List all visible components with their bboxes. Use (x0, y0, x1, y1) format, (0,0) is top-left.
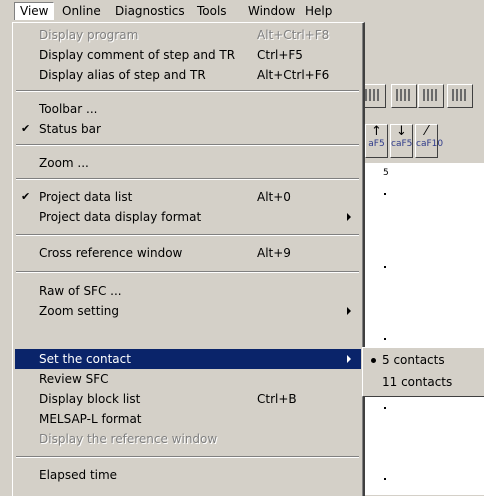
grid-dot (384, 338, 386, 340)
radio-bullet-icon (371, 358, 376, 363)
fkey-af5[interactable]: ↑ aF5 (365, 124, 388, 158)
menu-item-cross-reference[interactable]: Cross reference window Alt+9 (15, 243, 361, 263)
menu-item-display-reference-window: Display the reference window (15, 429, 361, 449)
menu-item-label: Display comment of step and TR (39, 48, 236, 62)
menu-online[interactable]: Online (57, 3, 106, 20)
menu-separator (16, 234, 359, 236)
menu-separator (16, 178, 359, 180)
submenu-item-label: 5 contacts (382, 353, 445, 367)
ladder-canvas[interactable] (362, 163, 484, 495)
edit-icon (452, 89, 467, 101)
menu-help[interactable]: Help (300, 3, 337, 20)
fkey-label: caF10 (416, 139, 444, 149)
menu-separator (16, 90, 359, 92)
menu-separator (16, 144, 359, 146)
grid-dot (384, 193, 386, 195)
menu-item-shortcut: Alt+Ctrl+F8 (257, 28, 330, 42)
menu-item-label: Raw of SFC ... (39, 284, 122, 298)
invert-icon: ⁄ (425, 124, 428, 139)
grid-icon (365, 89, 380, 101)
view-menu: Display program Alt+Ctrl+F8 Display comm… (12, 22, 365, 496)
grid-dot (384, 407, 386, 409)
check-icon: ✔ (21, 190, 31, 203)
column-number: 5 (383, 168, 389, 178)
menu-diagnostics[interactable]: Diagnostics (110, 3, 190, 20)
menu-item-display-alias[interactable]: Display alias of step and TR Alt+Ctrl+F6 (15, 65, 361, 85)
submenu-arrow-icon (347, 307, 351, 315)
grid-icon (396, 89, 411, 101)
menu-item-display-program: Display program Alt+Ctrl+F8 (15, 25, 361, 45)
down-arrow-icon: ↓ (396, 124, 407, 139)
menu-item-elapsed-time[interactable]: Elapsed time (15, 465, 361, 485)
menu-item-label: Zoom setting (39, 304, 120, 318)
menu-item-label: Review SFC (39, 372, 109, 386)
menu-item-status-bar[interactable]: ✔ Status bar (15, 119, 361, 139)
menu-item-shortcut: Alt+0 (257, 190, 291, 204)
menu-item-label: Project data list (39, 190, 133, 204)
toolbar-button[interactable] (418, 84, 444, 108)
check-icon: ✔ (21, 122, 31, 135)
grid-icon (423, 89, 438, 101)
fkey-caf5[interactable]: ↓ caF5 (390, 124, 413, 158)
menu-item-toolbar[interactable]: Toolbar ... (15, 99, 361, 119)
submenu-arrow-icon (347, 213, 351, 221)
menu-item-shortcut: Alt+9 (257, 246, 291, 260)
menu-item-zoom[interactable]: Zoom ... (15, 153, 361, 173)
menu-separator (16, 271, 359, 273)
menu-item-label: Display the reference window (39, 432, 218, 446)
fkey-caf10[interactable]: ⁄ caF10 (415, 124, 443, 158)
submenu-arrow-icon (347, 355, 351, 363)
menu-bar: View Online Diagnostics Tools Window Hel… (0, 0, 484, 22)
grid-dot (384, 478, 386, 480)
menu-item-shortcut: Ctrl+F5 (257, 48, 303, 62)
menu-item-label: Project data display format (39, 210, 202, 224)
menu-item-review-sfc[interactable]: Review SFC (15, 369, 361, 389)
menu-item-display-block-list[interactable]: Display block list Ctrl+B (15, 389, 361, 409)
menu-window[interactable]: Window (243, 3, 300, 20)
fkey-label: caF5 (391, 139, 413, 149)
menu-view[interactable]: View (14, 2, 55, 20)
menu-item-zoom-setting[interactable]: Zoom setting (15, 301, 361, 321)
menu-item-display-comment[interactable]: Display comment of step and TR Ctrl+F5 (15, 45, 361, 65)
menu-item-label: Cross reference window (39, 246, 183, 260)
toolbar-button[interactable] (447, 84, 473, 108)
contact-submenu: 5 contacts 11 contacts (362, 347, 484, 397)
menu-item-project-data-list[interactable]: ✔ Project data list Alt+0 (15, 187, 361, 207)
menu-item-label: Display alias of step and TR (39, 68, 206, 82)
fkey-label: aF5 (368, 139, 385, 149)
up-arrow-icon: ↑ (371, 124, 382, 139)
menu-item-melsap-l[interactable]: MELSAP-L format (15, 409, 361, 429)
menu-item-shortcut: Alt+Ctrl+F6 (257, 68, 330, 82)
menu-item-shortcut: Ctrl+B (257, 392, 297, 406)
menu-item-label: Display program (39, 28, 139, 42)
menu-item-label: Set the contact (39, 352, 131, 366)
menu-tools[interactable]: Tools (192, 3, 232, 20)
menu-item-set-the-contact[interactable]: Set the contact (15, 349, 361, 369)
menu-item-label: Toolbar ... (39, 102, 98, 116)
menu-item-label: Display block list (39, 392, 141, 406)
menu-item-label: Status bar (39, 122, 101, 136)
menu-item-label: Zoom ... (39, 156, 89, 170)
grid-dot (384, 266, 386, 268)
menu-item-project-data-format[interactable]: Project data display format (15, 207, 361, 227)
background-toolbar (355, 70, 484, 110)
toolbar-button[interactable] (391, 84, 417, 108)
function-key-bar: ↓B ↑aF5 ↓caF5 ⁄caF10 (353, 124, 484, 158)
menu-item-label: MELSAP-L format (39, 412, 142, 426)
menu-item-label: Elapsed time (39, 468, 118, 482)
menu-item-raw-of-sfc[interactable]: Raw of SFC ... (15, 281, 361, 301)
submenu-item-label: 11 contacts (382, 375, 453, 389)
submenu-item-5-contacts[interactable]: 5 contacts (365, 350, 483, 370)
submenu-item-11-contacts[interactable]: 11 contacts (365, 372, 483, 392)
menu-separator (16, 456, 359, 458)
